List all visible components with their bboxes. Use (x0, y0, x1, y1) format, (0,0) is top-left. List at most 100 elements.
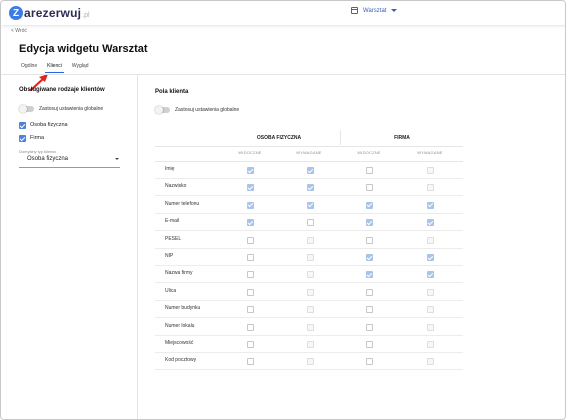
checkbox-firma-visible[interactable] (366, 201, 373, 209)
calendar-icon (351, 7, 358, 14)
subheader-osoba-widoczne: WIDOCZNE (238, 150, 262, 155)
checkbox-firma-required (427, 323, 434, 331)
checkbox-firma-visible[interactable] (366, 254, 373, 261)
table-row: Nazwa firmy (155, 266, 463, 284)
logo[interactable]: Z arezerwuj .pl (9, 4, 90, 22)
field-label: Miejscowość (165, 340, 194, 346)
checkbox-firma-required (427, 358, 434, 366)
checkbox-firma-visible[interactable] (366, 358, 373, 366)
checkbox-firma-required[interactable] (427, 254, 434, 261)
field-label: Numer telefonu (165, 200, 200, 207)
checkbox-osoba-visible[interactable] (247, 201, 254, 209)
field-label: Numer budynku (165, 305, 201, 312)
default-type-select[interactable]: Osoba fizyczna (27, 156, 68, 162)
global-settings-toggle-left[interactable] (19, 104, 34, 113)
checkbox-firma-visible[interactable] (366, 341, 373, 348)
checkbox-osoba-required (307, 341, 314, 348)
checkbox-firma[interactable] (19, 135, 26, 142)
checkbox-osoba-visible[interactable] (247, 288, 254, 296)
checkbox-firma-required (427, 306, 434, 314)
table-row: NIP (155, 249, 463, 266)
select-underline (19, 167, 120, 168)
table-row: PESEL (155, 232, 463, 249)
group-header-firma: FIRMA (340, 130, 463, 145)
top-bar: Z arezerwuj .pl Warsztat (1, 1, 565, 25)
checkbox-firma-visible[interactable] (366, 184, 373, 192)
global-settings-label-left: Zastosuj ustawienia globalne (39, 106, 104, 112)
field-label: Kod pocztowy (165, 357, 197, 364)
subheader-firma-wymagane: WYMAGANE (417, 150, 443, 155)
checkbox-osoba-visible[interactable] (247, 184, 254, 192)
checkbox-label-firma: Firma (30, 135, 45, 141)
table-row: Ulica (155, 284, 463, 301)
checkbox-firma-required (427, 236, 434, 244)
table-row: Kod pocztowy (155, 353, 463, 371)
checkbox-firma-required[interactable] (427, 271, 434, 279)
back-link[interactable]: < Wróć (11, 28, 27, 34)
checkbox-firma-visible[interactable] (366, 236, 373, 244)
checkbox-firma-visible[interactable] (366, 271, 373, 279)
checkbox-firma-required (427, 167, 434, 174)
subheader-firma-widoczne: WIDOCZNE (357, 150, 381, 155)
checkbox-firma-required[interactable] (427, 219, 434, 227)
group-header-osoba-fizyczna: OSOBA FIZYCZNA (256, 134, 302, 141)
select-caret-icon[interactable] (115, 158, 119, 160)
field-label: Nazwa firmy (165, 270, 193, 277)
checkbox-firma-visible[interactable] (366, 306, 373, 314)
checkbox-osoba-required[interactable] (307, 201, 314, 209)
table-row: Miejscowość (155, 336, 463, 353)
client-fields-title: Pola klienta (155, 89, 189, 95)
checkbox-firma-visible[interactable] (366, 323, 373, 331)
subheader-osoba-wymagane: WYMAGANE (296, 150, 322, 155)
field-label: Imię (165, 166, 175, 172)
app-window: Z arezerwuj .pl Warsztat < Wróć Edycja w… (0, 0, 566, 420)
group-header-divider (155, 146, 463, 147)
table-row: Numer lokalu (155, 319, 463, 336)
checkbox-label-osoba-fizyczna: Osoba fizyczna (30, 122, 68, 128)
checkbox-osoba-required (307, 236, 314, 244)
checkbox-osoba-required[interactable] (307, 167, 314, 174)
chevron-down-icon (391, 9, 398, 12)
tabs-divider (1, 74, 565, 75)
checkbox-firma-required[interactable] (427, 201, 434, 209)
logo-mark: Z (9, 6, 23, 20)
table-row: Nazwisko (155, 179, 463, 197)
checkbox-osoba-required[interactable] (307, 184, 314, 192)
table-row: Numer budynku (155, 301, 463, 319)
field-label: Ulica (165, 287, 177, 294)
checkbox-osoba-visible[interactable] (247, 236, 254, 244)
checkbox-osoba-visible[interactable] (247, 167, 254, 174)
table-row: Numer telefonu (155, 197, 463, 214)
checkbox-osoba-visible[interactable] (247, 271, 254, 279)
checkbox-osoba-visible[interactable] (247, 323, 254, 331)
panel-divider (137, 75, 138, 419)
checkbox-firma-visible[interactable] (366, 167, 373, 174)
checkbox-firma-visible[interactable] (366, 219, 373, 227)
checkbox-osoba-required (307, 288, 314, 296)
checkbox-osoba-visible[interactable] (247, 341, 254, 348)
checkbox-osoba-visible[interactable] (247, 219, 254, 227)
workspace-switcher[interactable]: Warsztat (351, 7, 398, 14)
checkbox-osoba-required (307, 306, 314, 314)
field-label: Nazwisko (165, 183, 187, 190)
checkbox-osoba-fizyczna[interactable] (19, 122, 26, 129)
table-row: Imię (155, 162, 463, 179)
checkbox-osoba-required[interactable] (307, 219, 314, 227)
tab-appearance[interactable]: Wygląd (70, 62, 91, 73)
logo-tld: .pl (82, 11, 90, 19)
checkbox-osoba-required (307, 358, 314, 366)
checkbox-firma-required (427, 288, 434, 296)
field-label: E-mail (165, 218, 180, 225)
page-title: Edycja widgetu Warsztat (19, 43, 148, 55)
field-label: Numer lokalu (165, 322, 195, 329)
checkbox-osoba-required (307, 254, 314, 261)
checkbox-osoba-required (307, 271, 314, 279)
checkbox-firma-visible[interactable] (366, 288, 373, 296)
checkbox-osoba-visible[interactable] (247, 358, 254, 366)
client-types-title: Obsługiwane rodzaje klientów (19, 87, 105, 93)
checkbox-osoba-visible[interactable] (247, 254, 254, 261)
table-row: E-mail (155, 214, 463, 232)
checkbox-osoba-visible[interactable] (247, 306, 254, 314)
global-settings-label-right: Zastosuj ustawienia globalne (175, 107, 240, 113)
global-settings-toggle-right[interactable] (155, 105, 170, 114)
